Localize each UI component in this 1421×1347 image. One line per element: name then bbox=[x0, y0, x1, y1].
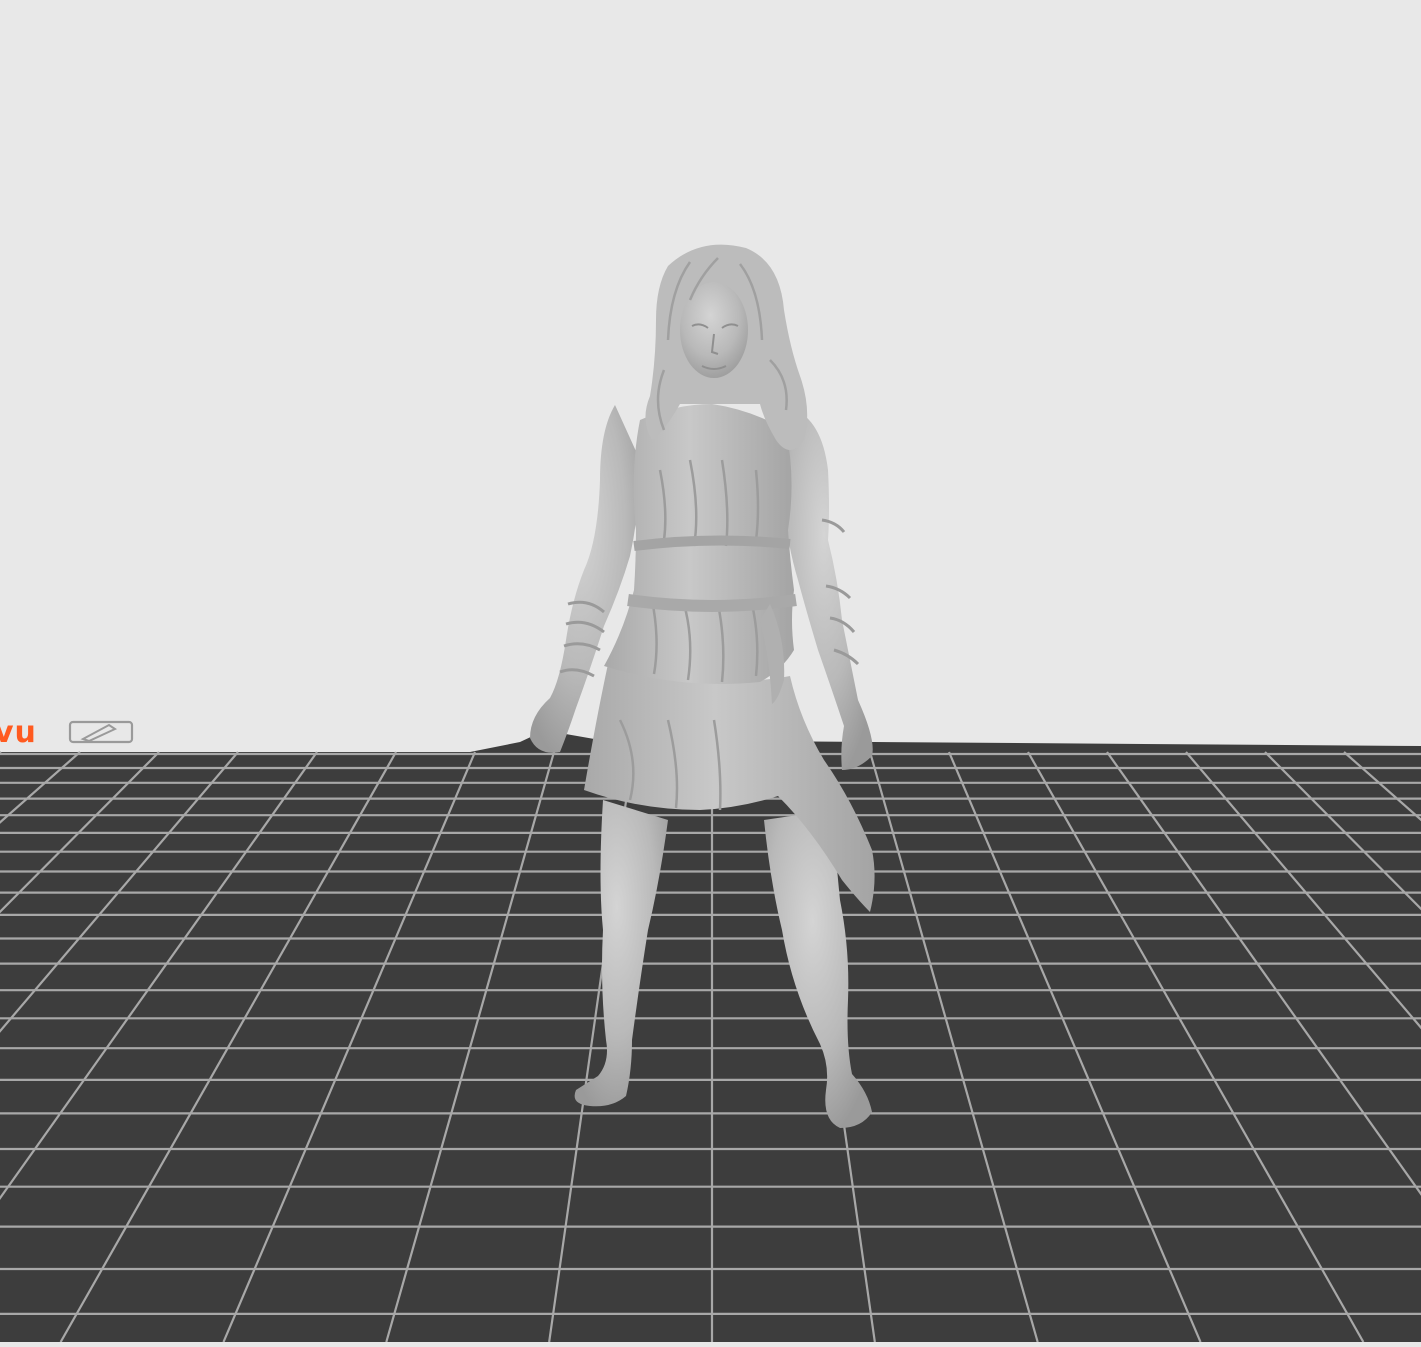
build-plate-surface bbox=[0, 733, 1421, 1342]
3d-viewport[interactable]: vu bbox=[0, 0, 1421, 1343]
model-belt bbox=[627, 594, 797, 612]
plate-name-label: vu bbox=[0, 715, 37, 750]
model-waist-tie bbox=[633, 535, 791, 551]
scene-svg[interactable] bbox=[0, 0, 1421, 1343]
edit-plate-name-button[interactable] bbox=[69, 721, 133, 743]
build-plate bbox=[0, 733, 1421, 1343]
